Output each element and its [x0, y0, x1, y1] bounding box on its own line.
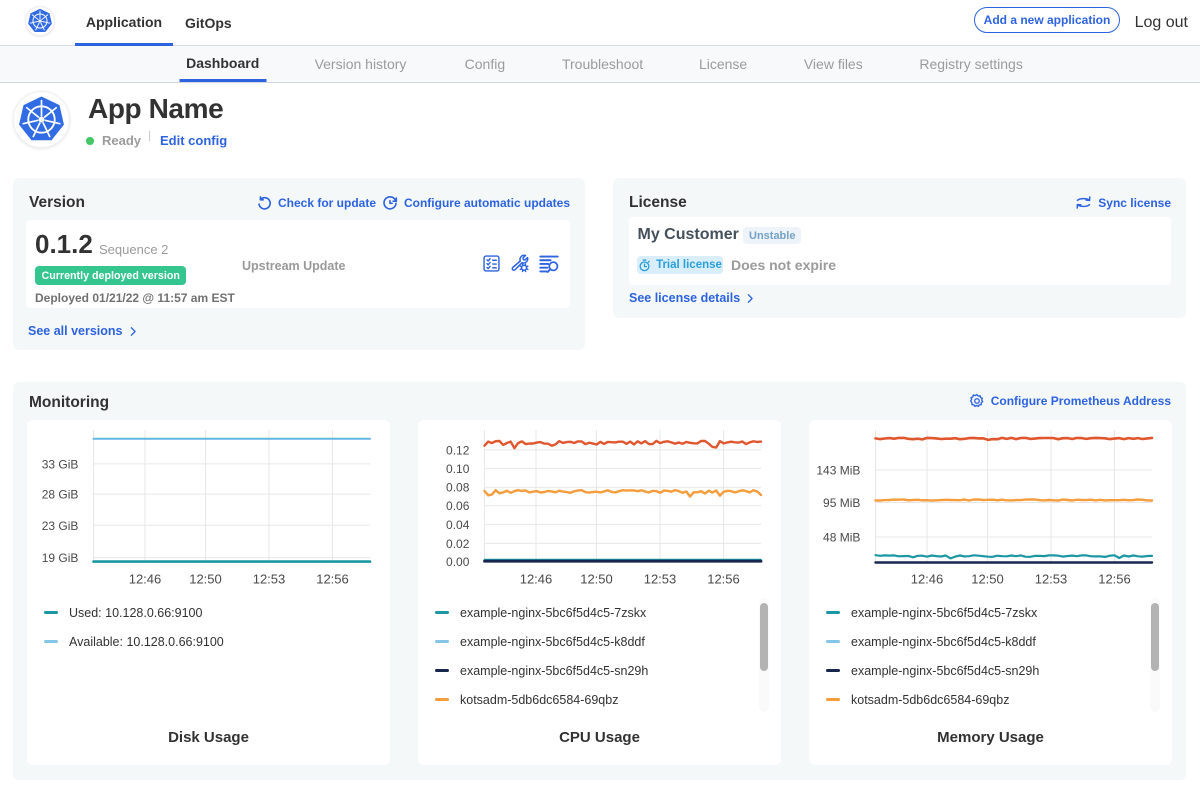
svg-text:12:56: 12:56: [707, 571, 740, 586]
svg-text:0.02: 0.02: [446, 537, 470, 551]
svg-text:0.06: 0.06: [446, 499, 470, 513]
svg-text:143 MiB: 143 MiB: [816, 464, 860, 478]
svg-text:0.08: 0.08: [446, 481, 470, 495]
svg-text:12:50: 12:50: [971, 571, 1004, 586]
svg-text:23 GiB: 23 GiB: [42, 519, 79, 533]
svg-text:33 GiB: 33 GiB: [42, 457, 79, 471]
svg-text:12:46: 12:46: [520, 571, 553, 586]
svg-text:12:50: 12:50: [580, 571, 613, 586]
svg-text:12:56: 12:56: [1098, 571, 1131, 586]
svg-text:0.04: 0.04: [446, 518, 470, 532]
svg-text:0.10: 0.10: [446, 462, 470, 476]
svg-text:12:56: 12:56: [316, 571, 349, 586]
svg-text:48 MiB: 48 MiB: [823, 531, 860, 545]
svg-text:12:53: 12:53: [644, 571, 677, 586]
svg-text:28 GiB: 28 GiB: [42, 488, 79, 502]
svg-text:95 MiB: 95 MiB: [823, 496, 860, 510]
svg-text:12:50: 12:50: [189, 571, 222, 586]
svg-text:12:53: 12:53: [1035, 571, 1068, 586]
svg-text:12:46: 12:46: [129, 571, 162, 586]
svg-text:19 GiB: 19 GiB: [42, 551, 79, 565]
svg-text:12:53: 12:53: [253, 571, 286, 586]
svg-text:0.00: 0.00: [446, 555, 470, 569]
svg-text:12:46: 12:46: [911, 571, 944, 586]
svg-text:0.12: 0.12: [446, 443, 470, 457]
